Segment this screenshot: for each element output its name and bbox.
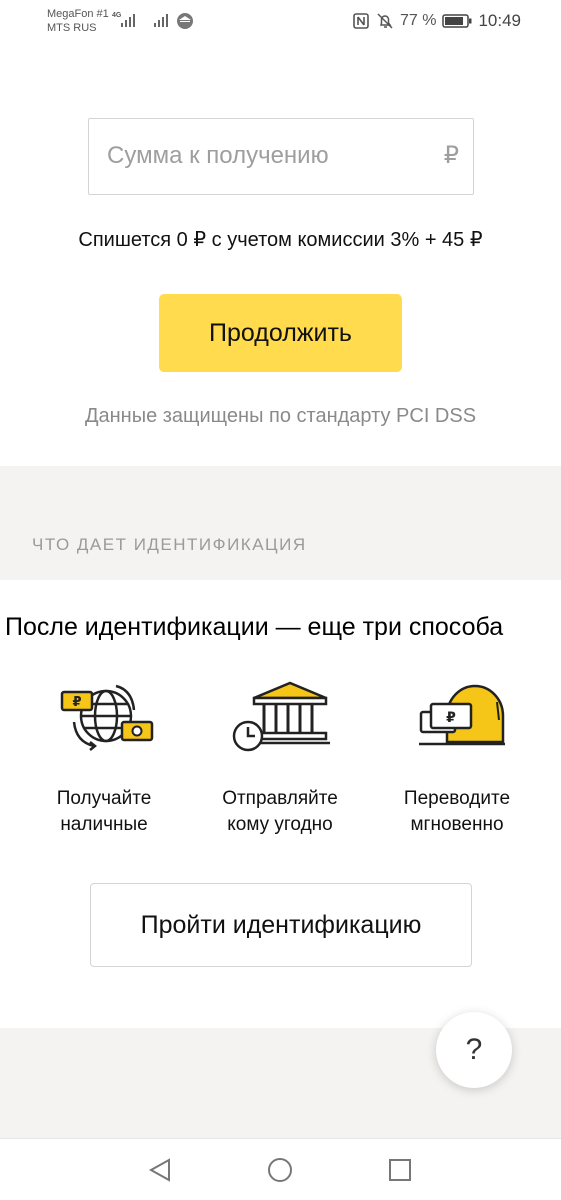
fee-text: Спишется 0 ₽ с учетом комиссии 3% + 45 ₽ [78,229,483,251]
clock: 10:49 [478,11,521,30]
security-note: Данные защищены по стандарту PCI DSS [84,405,477,427]
feature-label: Отправляйте кому угодно [195,786,365,838]
amount-field[interactable]: ₽ [88,118,474,195]
status-right: 77 % 10:49 [352,11,521,31]
carrier-1: MegaFon #1 [47,8,109,20]
instant-transfer-icon: ₽ [419,684,505,746]
feature-line-1: Получайте [56,788,152,809]
carrier-2: MTS RUS [47,22,97,34]
navigation-bar [0,1138,561,1200]
feature-send: Отправляйте кому угодно [195,680,365,838]
battery-percent: 77 % [399,12,437,29]
signal-icon [121,14,135,27]
amount-input[interactable] [107,119,427,193]
feature-instant: ₽ Переводите мгновенно [372,680,542,838]
ruble-sign: ₽ [443,142,459,169]
battery-icon [442,14,472,28]
feature-line-2: мгновенно [410,814,504,835]
feature-label: Получайте наличные [19,786,189,838]
recents-icon[interactable] [385,1155,415,1185]
section-label: ЧТО ДАЕТ ИДЕНТИФИКАЦИЯ [32,535,307,554]
bank-clock-icon [232,681,330,752]
identification-button[interactable]: Пройти идентификацию [90,883,472,967]
back-icon[interactable] [145,1155,175,1185]
feature-line-1: Отправляйте [222,788,338,809]
home-icon[interactable] [265,1155,295,1185]
status-bar: MegaFon #1 MTS RUS 4G 77 % 10:49 [0,0,561,44]
svg-text:₽: ₽ [446,710,456,726]
help-button[interactable]: ? [436,1012,512,1088]
feature-line-1: Переводите [403,788,511,809]
feature-line-2: кому угодно [227,814,333,835]
continue-button[interactable]: Продолжить [159,294,402,372]
cash-globe-icon: ₽ [60,684,154,751]
bell-off-icon [377,13,393,29]
feature-label: Переводите мгновенно [372,786,542,838]
nfc-icon [353,13,369,29]
svg-text:₽: ₽ [72,695,81,710]
section-header-band [0,466,561,580]
bank-app-icon [177,13,193,29]
carrier-info: MegaFon #1 MTS RUS [47,7,109,35]
feature-cash: ₽ Получайте наличные [19,680,189,838]
signal-icon [154,14,168,27]
feature-line-2: наличные [60,814,148,835]
identification-title: После идентификации — еще три способа [5,613,504,641]
